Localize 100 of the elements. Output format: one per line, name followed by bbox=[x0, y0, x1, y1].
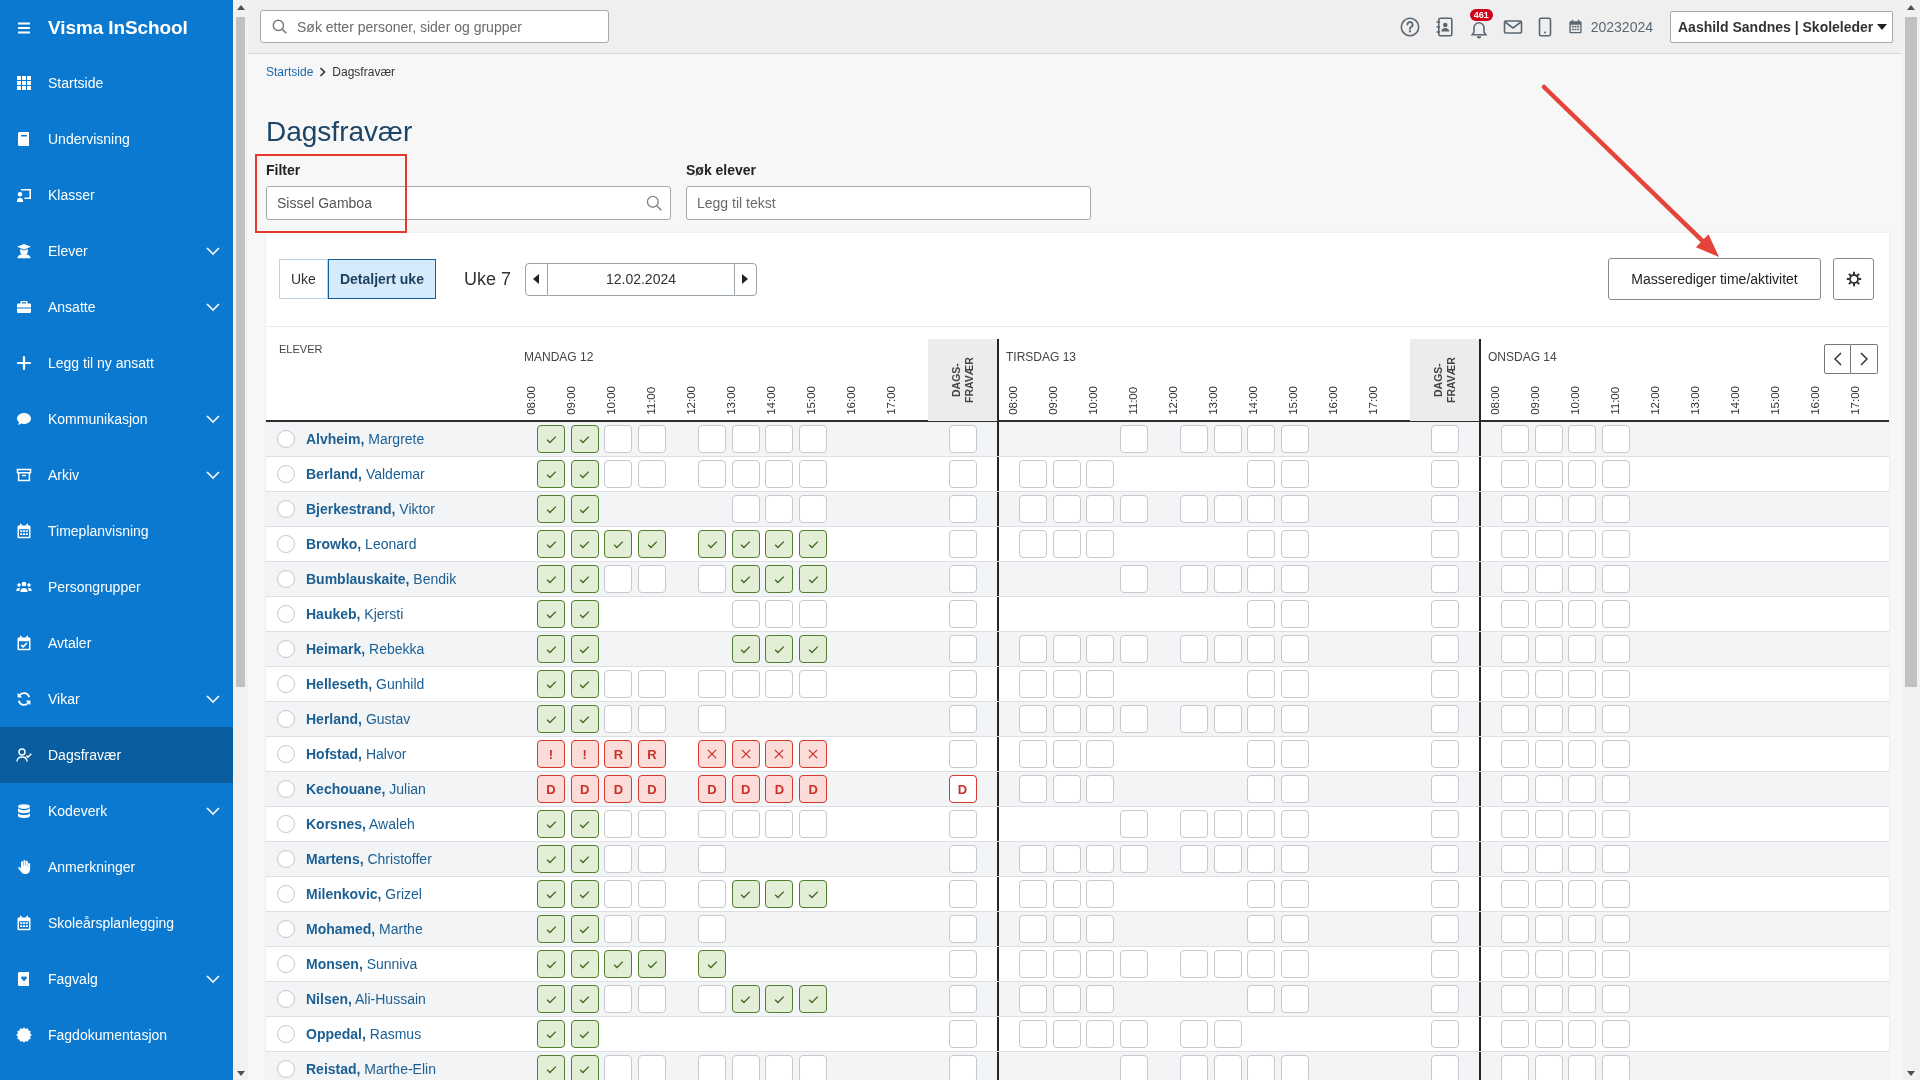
attendance-cell[interactable] bbox=[698, 950, 727, 978]
attendance-cell[interactable] bbox=[1534, 460, 1563, 488]
student-name-link[interactable]: Mohamed, Marthe bbox=[306, 921, 423, 937]
attendance-cell[interactable] bbox=[570, 1055, 599, 1080]
attendance-cell[interactable] bbox=[1019, 1020, 1047, 1048]
student-name-link[interactable]: Korsnes, Awaleh bbox=[306, 816, 415, 832]
attendance-cell[interactable] bbox=[1430, 950, 1459, 978]
attendance-cell[interactable] bbox=[1568, 1055, 1597, 1080]
attendance-cell[interactable] bbox=[570, 845, 599, 873]
attendance-cell[interactable] bbox=[1602, 530, 1631, 558]
attendance-cell[interactable] bbox=[1501, 845, 1529, 873]
sidebar-item[interactable]: Klasser bbox=[0, 167, 233, 223]
attendance-cell[interactable] bbox=[1247, 775, 1276, 803]
attendance-cell[interactable] bbox=[1019, 740, 1047, 768]
sidebar-item[interactable]: Anmerkninger bbox=[0, 839, 233, 895]
breadcrumb-link[interactable]: Startside bbox=[266, 64, 314, 80]
sidebar-item[interactable]: Skoleårsplanlegging bbox=[0, 895, 233, 951]
attendance-cell[interactable] bbox=[1120, 845, 1149, 873]
attendance-cell[interactable] bbox=[1568, 495, 1597, 523]
row-checkbox[interactable] bbox=[277, 885, 295, 903]
attendance-cell[interactable] bbox=[1602, 740, 1631, 768]
row-checkbox[interactable] bbox=[277, 640, 295, 658]
attendance-cell[interactable] bbox=[1602, 985, 1631, 1013]
attendance-cell[interactable] bbox=[1247, 915, 1276, 943]
attendance-cell[interactable] bbox=[537, 1055, 565, 1080]
attendance-cell[interactable] bbox=[1534, 1020, 1563, 1048]
attendance-cell[interactable] bbox=[1602, 705, 1631, 733]
attendance-cell[interactable] bbox=[731, 495, 760, 523]
attendance-cell[interactable] bbox=[1281, 880, 1310, 908]
sidebar-item[interactable]: Kommunikasjon bbox=[0, 391, 233, 447]
attendance-cell[interactable] bbox=[1501, 635, 1529, 663]
attendance-cell[interactable] bbox=[1568, 565, 1597, 593]
attendance-cell[interactable] bbox=[1602, 880, 1631, 908]
attendance-cell[interactable] bbox=[731, 1055, 760, 1080]
attendance-cell[interactable] bbox=[537, 670, 565, 698]
scroll-left-button[interactable] bbox=[1824, 344, 1851, 374]
attendance-cell[interactable] bbox=[948, 810, 977, 838]
attendance-cell[interactable] bbox=[1213, 425, 1242, 453]
attendance-cell[interactable] bbox=[604, 705, 633, 733]
attendance-cell[interactable] bbox=[638, 705, 667, 733]
attendance-cell[interactable] bbox=[765, 670, 794, 698]
attendance-cell[interactable] bbox=[799, 425, 828, 453]
student-name-link[interactable]: Bumblauskaite, Bendik bbox=[306, 571, 457, 587]
attendance-cell[interactable] bbox=[948, 565, 977, 593]
attendance-cell[interactable] bbox=[638, 530, 667, 558]
attendance-cell[interactable] bbox=[1281, 705, 1310, 733]
row-checkbox[interactable] bbox=[277, 465, 295, 483]
attendance-cell[interactable] bbox=[1086, 495, 1115, 523]
attendance-cell[interactable] bbox=[1213, 1020, 1242, 1048]
sidebar-item[interactable]: Avtaler bbox=[0, 615, 233, 671]
attendance-cell[interactable] bbox=[1019, 845, 1047, 873]
attendance-cell[interactable] bbox=[731, 880, 760, 908]
attendance-cell[interactable] bbox=[1501, 705, 1529, 733]
attendance-cell[interactable] bbox=[1213, 950, 1242, 978]
attendance-cell[interactable] bbox=[1019, 495, 1047, 523]
attendance-cell[interactable] bbox=[1247, 705, 1276, 733]
row-checkbox[interactable] bbox=[277, 500, 295, 518]
attendance-cell[interactable]: D bbox=[698, 775, 727, 803]
attendance-cell[interactable] bbox=[731, 740, 760, 768]
attendance-cell[interactable] bbox=[1213, 1055, 1242, 1080]
attendance-cell[interactable] bbox=[604, 915, 633, 943]
attendance-cell[interactable] bbox=[698, 425, 727, 453]
attendance-cell[interactable] bbox=[537, 810, 565, 838]
attendance-cell[interactable] bbox=[570, 915, 599, 943]
attendance-cell[interactable] bbox=[1247, 985, 1276, 1013]
student-name-link[interactable]: Browko, Leonard bbox=[306, 536, 417, 552]
attendance-cell[interactable] bbox=[604, 425, 633, 453]
attendance-cell[interactable] bbox=[1534, 810, 1563, 838]
attendance-cell[interactable] bbox=[698, 530, 727, 558]
attendance-cell[interactable] bbox=[1052, 740, 1081, 768]
row-checkbox[interactable] bbox=[277, 1060, 295, 1078]
attendance-cell[interactable] bbox=[537, 425, 565, 453]
attendance-cell[interactable] bbox=[765, 1055, 794, 1080]
attendance-cell[interactable] bbox=[1430, 670, 1459, 698]
attendance-cell[interactable] bbox=[1430, 460, 1459, 488]
attendance-cell[interactable] bbox=[1281, 845, 1310, 873]
attendance-cell[interactable] bbox=[1534, 985, 1563, 1013]
attendance-cell[interactable] bbox=[698, 1055, 727, 1080]
attendance-cell[interactable] bbox=[638, 460, 667, 488]
row-checkbox[interactable] bbox=[277, 710, 295, 728]
student-search-field[interactable]: Legg til tekst bbox=[686, 186, 1091, 220]
student-name-link[interactable]: Nilsen, Ali-Hussain bbox=[306, 991, 426, 1007]
attendance-cell[interactable] bbox=[1534, 740, 1563, 768]
attendance-cell[interactable] bbox=[1086, 670, 1115, 698]
attendance-cell[interactable] bbox=[604, 950, 633, 978]
row-checkbox[interactable] bbox=[277, 780, 295, 798]
sidebar-item[interactable]: Fagvalg bbox=[0, 951, 233, 1007]
search-field[interactable]: Søk etter personer, sider og grupper bbox=[260, 10, 609, 43]
address-book-icon[interactable] bbox=[1434, 16, 1455, 37]
attendance-cell[interactable] bbox=[1430, 1055, 1459, 1080]
attendance-cell[interactable] bbox=[537, 880, 565, 908]
attendance-cell[interactable] bbox=[1501, 1055, 1529, 1080]
attendance-cell[interactable] bbox=[1430, 565, 1459, 593]
student-name-link[interactable]: Monsen, Sunniva bbox=[306, 956, 418, 972]
attendance-cell[interactable] bbox=[1568, 425, 1597, 453]
attendance-cell[interactable] bbox=[1052, 915, 1081, 943]
attendance-cell[interactable]: R bbox=[604, 740, 633, 768]
attendance-cell[interactable] bbox=[1247, 1055, 1276, 1080]
row-checkbox[interactable] bbox=[277, 535, 295, 553]
attendance-cell[interactable] bbox=[638, 670, 667, 698]
